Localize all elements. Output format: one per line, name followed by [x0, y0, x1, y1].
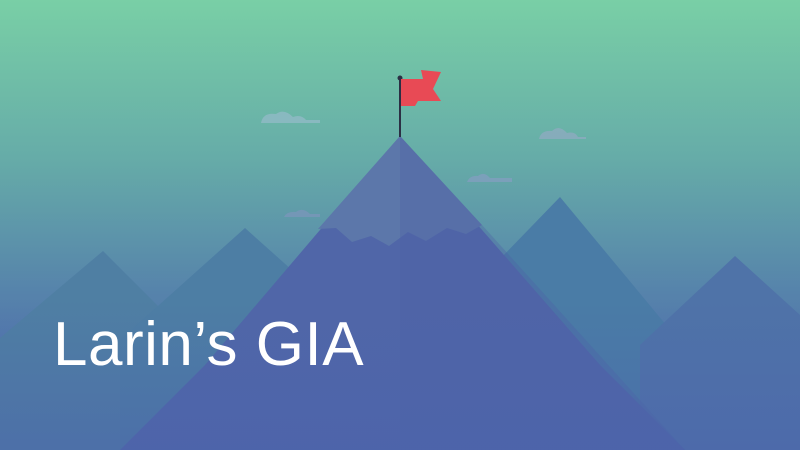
mountain-illustration: [0, 0, 800, 450]
page-title: Larin’s GIA: [53, 310, 365, 379]
hero-banner: Larin’s GIA: [0, 0, 800, 450]
